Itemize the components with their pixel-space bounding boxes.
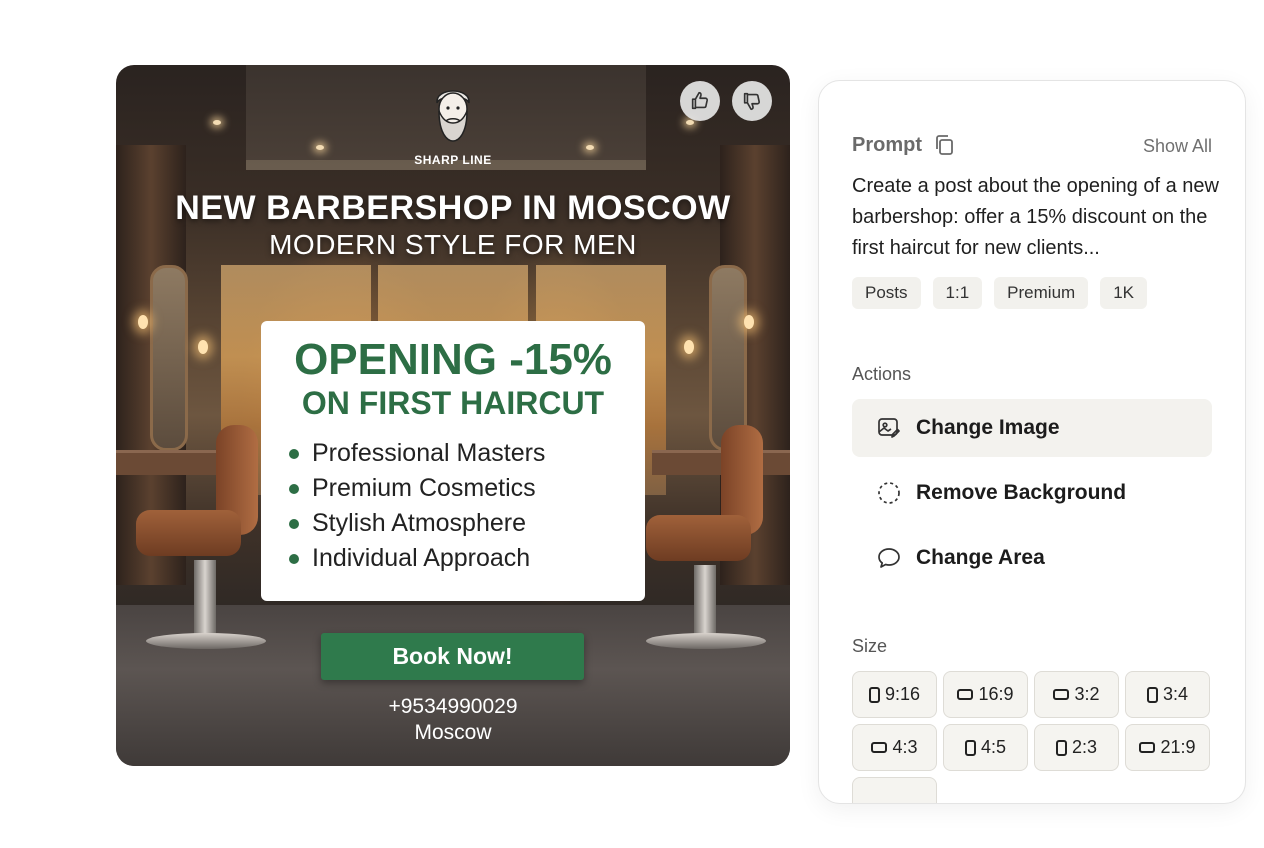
size-option-2-3[interactable]: 2:3: [1034, 724, 1119, 771]
wall-lamp: [138, 315, 148, 329]
action-label: Remove Background: [916, 481, 1127, 504]
portrait-frame-icon: [1055, 739, 1067, 756]
mirror: [709, 265, 747, 451]
bearded-man-logo-icon: [436, 90, 470, 142]
list-item: Professional Masters: [289, 436, 545, 471]
bullet-icon: [289, 483, 299, 494]
city-name: Moscow: [414, 721, 492, 744]
details-panel: Prompt Show All Create a post about the …: [818, 80, 1246, 804]
size-option-9-16[interactable]: 9:16: [852, 671, 937, 718]
size-option-3-2[interactable]: 3:2: [1034, 671, 1119, 718]
prompt-tags: Posts 1:1 Premium 1K: [852, 277, 1159, 309]
list-item: Stylish Atmosphere: [289, 506, 545, 541]
tag-quality: Premium: [994, 277, 1089, 309]
size-option-21-9[interactable]: 21:9: [1125, 724, 1210, 771]
portrait-frame-icon: [964, 739, 976, 756]
portrait-frame-icon: [868, 686, 880, 703]
size-option-3-4[interactable]: 3:4: [1125, 671, 1210, 718]
size-label: Size: [852, 636, 888, 656]
brand-logo: SHARP LINE: [116, 81, 790, 167]
bullet-icon: [289, 448, 299, 459]
size-option-16-9[interactable]: 16:9: [943, 671, 1028, 718]
prompt-header: Prompt: [852, 133, 956, 157]
tag-resolution: 1K: [1100, 277, 1147, 309]
offer-title: OPENING -15%: [294, 335, 612, 384]
barber-chair-seat: [136, 510, 241, 556]
list-item: Individual Approach: [289, 541, 545, 576]
action-label: Change Area: [916, 546, 1045, 569]
copy-icon[interactable]: [932, 133, 956, 157]
change-image-button[interactable]: Change Image: [852, 399, 1212, 457]
action-label: Change Image: [916, 416, 1060, 439]
wall-lamp: [198, 340, 208, 354]
mirror: [150, 265, 188, 451]
bullet-icon: [289, 518, 299, 529]
landscape-frame-icon: [957, 689, 974, 700]
barber-chair-post: [194, 560, 216, 640]
remove-background-button[interactable]: Remove Background: [852, 464, 1212, 522]
size-option-4-3[interactable]: 4:3: [852, 724, 937, 771]
wall-lamp: [684, 340, 694, 354]
size-option-4-5[interactable]: 4:5: [943, 724, 1028, 771]
size-option-more[interactable]: [852, 777, 937, 803]
portrait-frame-icon: [1146, 686, 1158, 703]
bullet-icon: [289, 553, 299, 564]
actions-label: Actions: [852, 364, 912, 384]
barber-chair-base: [146, 633, 266, 649]
list-item: Premium Cosmetics: [289, 471, 545, 506]
generated-image: SHARP LINE NEW BARBERSHOP IN MOSCOW MODE…: [116, 65, 790, 766]
change-area-button[interactable]: Change Area: [852, 529, 1212, 587]
wall-lamp: [744, 315, 754, 329]
landscape-frame-icon: [1139, 742, 1156, 753]
phone-number: +9534990029: [388, 695, 518, 718]
headline: NEW BARBERSHOP IN MOSCOW: [175, 189, 731, 227]
show-all-link[interactable]: Show All: [1143, 136, 1212, 157]
subheadline: MODERN STYLE FOR MEN: [269, 229, 637, 260]
tag-posts: Posts: [852, 277, 921, 309]
barber-chair-base: [646, 633, 766, 649]
speech-bubble-icon: [878, 548, 900, 568]
tag-aspect: 1:1: [932, 277, 983, 309]
book-now-button: Book Now!: [321, 633, 584, 680]
image-edit-icon: [878, 418, 900, 438]
prompt-text: Create a post about the opening of a new…: [852, 175, 1219, 259]
offer-box: OPENING -15% ON FIRST HAIRCUT Profession…: [261, 321, 645, 601]
dashed-circle-icon: [878, 482, 900, 504]
landscape-frame-icon: [1053, 689, 1070, 700]
barber-chair-seat: [646, 515, 751, 561]
feature-list: Professional Masters Premium Cosmetics S…: [289, 436, 545, 576]
prompt-title: Prompt: [852, 133, 922, 156]
size-options: 9:16 16:9 3:2 3:4 4:3 4:5 2:3 21:9: [852, 671, 1214, 803]
offer-subtitle: ON FIRST HAIRCUT: [301, 385, 605, 421]
landscape-frame-icon: [871, 742, 888, 753]
brand-name: SHARP LINE: [414, 153, 492, 167]
